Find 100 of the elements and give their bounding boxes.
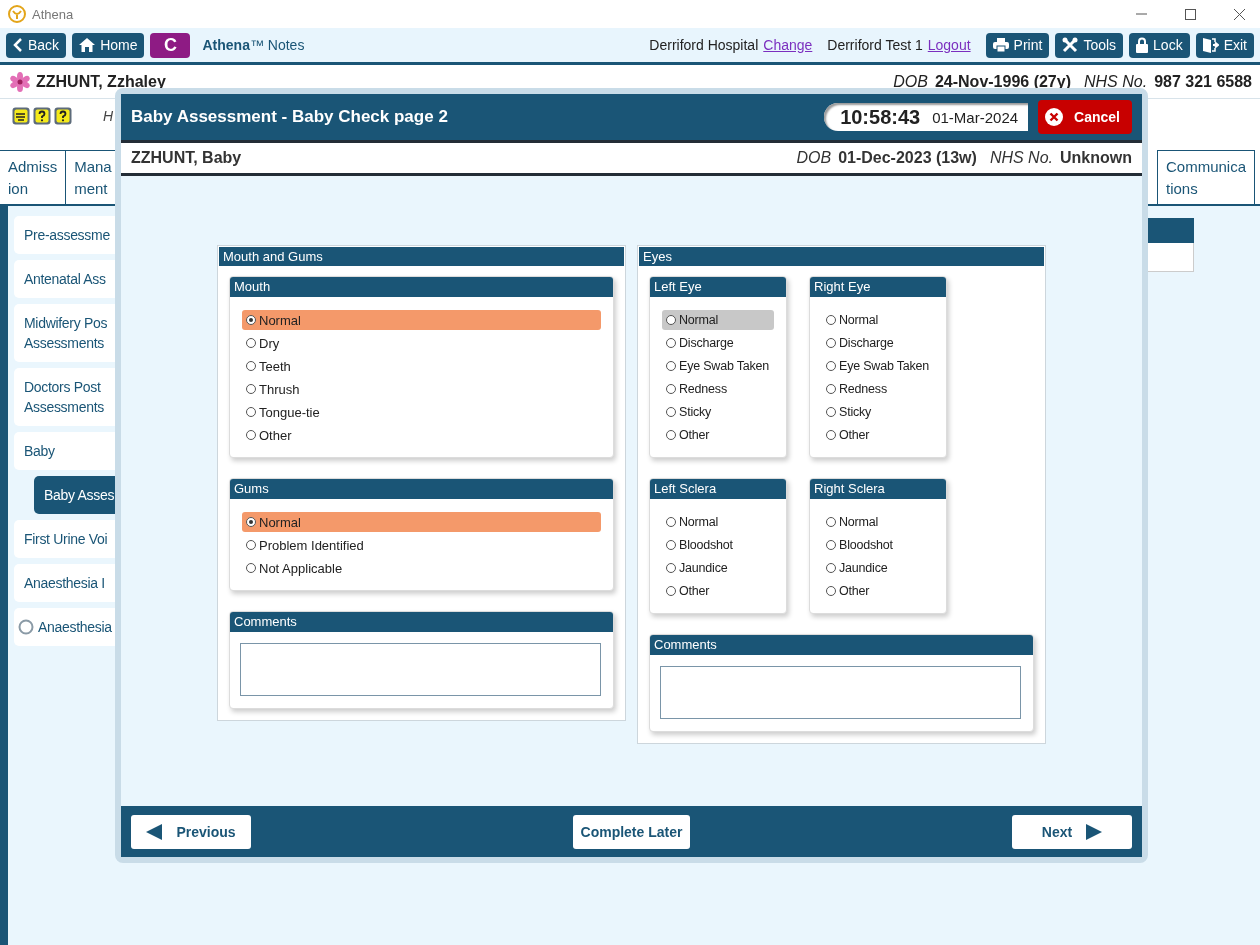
logout-link[interactable]: Logout xyxy=(927,37,971,53)
radio-button[interactable] xyxy=(826,517,836,527)
radio-button[interactable] xyxy=(246,338,256,348)
radio-button[interactable] xyxy=(246,563,256,573)
radio-button[interactable] xyxy=(826,338,836,348)
tab[interactable]: Communica tions xyxy=(1156,150,1255,204)
radio-option[interactable]: Jaundice xyxy=(662,558,774,578)
radio-option[interactable]: Not Applicable xyxy=(242,558,601,578)
window-title: Athena xyxy=(32,6,74,22)
cancel-button[interactable]: Cancel xyxy=(1038,100,1132,134)
radio-button[interactable] xyxy=(666,315,676,325)
tools-icon xyxy=(1062,37,1079,53)
radio-option[interactable]: Normal xyxy=(822,512,934,532)
radio-option[interactable]: Other xyxy=(662,581,774,601)
radio-button[interactable] xyxy=(666,540,676,550)
radio-button[interactable] xyxy=(826,540,836,550)
radio-button[interactable] xyxy=(826,430,836,440)
radio-option[interactable]: Bloodshot xyxy=(822,535,934,555)
section-header: Eyes xyxy=(639,247,1044,266)
radio-option[interactable]: Sticky xyxy=(822,402,934,422)
change-link[interactable]: Change xyxy=(763,37,813,53)
radio-option[interactable]: Bloodshot xyxy=(662,535,774,555)
patient-name: ZZHUNT, Baby xyxy=(131,149,242,167)
radio-option[interactable]: Eye Swab Taken xyxy=(822,356,934,376)
radio-option[interactable]: Sticky xyxy=(662,402,774,422)
radio-button[interactable] xyxy=(826,361,836,371)
radio-button[interactable] xyxy=(246,384,256,394)
radio-option[interactable]: Jaundice xyxy=(822,558,934,578)
radio-option[interactable]: Eye Swab Taken xyxy=(662,356,774,376)
dob-label: DOB xyxy=(796,149,832,167)
triangle-left-icon xyxy=(146,823,163,840)
radio-button[interactable] xyxy=(666,384,676,394)
home-button[interactable]: Home xyxy=(72,32,145,58)
radio-button[interactable] xyxy=(246,407,256,417)
radio-option[interactable]: Teeth xyxy=(242,356,601,376)
radio-button[interactable] xyxy=(666,586,676,596)
nhs-label: NHS No. xyxy=(1084,72,1148,91)
group-header: Right Sclera xyxy=(810,479,946,499)
nhs-value: Unknown xyxy=(1060,149,1132,167)
radio-button[interactable] xyxy=(246,540,256,550)
print-button[interactable]: Print xyxy=(985,32,1050,58)
radio-button[interactable] xyxy=(666,361,676,371)
radio-button[interactable] xyxy=(826,315,836,325)
radio-option[interactable]: Redness xyxy=(662,379,774,399)
radio-option[interactable]: Discharge xyxy=(822,333,934,353)
radio-option[interactable]: Problem Identified xyxy=(242,535,601,555)
close-circle-icon xyxy=(1044,107,1065,127)
radio-option[interactable]: Discharge xyxy=(662,333,774,353)
radio-button[interactable] xyxy=(666,563,676,573)
radio-button[interactable] xyxy=(826,563,836,573)
radio-button[interactable] xyxy=(666,430,676,440)
back-button[interactable]: Back xyxy=(6,32,67,58)
lock-button[interactable]: Lock xyxy=(1129,32,1190,58)
radio-option[interactable]: Other xyxy=(822,425,934,445)
radio-button[interactable] xyxy=(666,407,676,417)
radio-option[interactable]: Normal xyxy=(662,310,774,330)
radio-button[interactable] xyxy=(246,430,256,440)
radio-button[interactable] xyxy=(666,517,676,527)
radio-option[interactable]: Other xyxy=(822,581,934,601)
comments-field[interactable] xyxy=(240,643,601,696)
radio-option[interactable]: Thrush xyxy=(242,379,601,399)
radio-button[interactable] xyxy=(826,384,836,394)
tools-button[interactable]: Tools xyxy=(1055,32,1124,58)
hospital-name: Derriford Hospital xyxy=(649,37,759,53)
complete-later-button[interactable]: Complete Later xyxy=(572,814,691,849)
section-header: Mouth and Gums xyxy=(219,247,624,266)
radio-option[interactable]: Dry xyxy=(242,333,601,353)
radio-option[interactable]: Normal xyxy=(242,310,601,330)
dob-value: 01-Dec-2023 (13w) xyxy=(838,149,977,167)
radio-button[interactable] xyxy=(666,338,676,348)
radio-button[interactable] xyxy=(246,315,256,325)
previous-button[interactable]: Previous xyxy=(131,814,251,849)
group-header: Left Eye xyxy=(650,277,786,297)
comments-field[interactable] xyxy=(660,666,1021,719)
radio-button[interactable] xyxy=(246,517,256,527)
home-icon xyxy=(79,38,96,52)
chevron-left-icon xyxy=(13,38,23,52)
dob-label: DOB xyxy=(893,72,928,91)
radio-button[interactable] xyxy=(246,361,256,371)
next-button[interactable]: Next xyxy=(1012,814,1132,849)
alert-text: H xyxy=(103,108,114,124)
exit-icon xyxy=(1202,37,1219,53)
group-header: Comments xyxy=(230,612,613,632)
radio-button[interactable] xyxy=(826,586,836,596)
exit-button[interactable]: Exit xyxy=(1195,32,1254,58)
radio-option[interactable]: Redness xyxy=(822,379,934,399)
user-name: Derriford Test 1 xyxy=(827,37,923,53)
app-badge[interactable]: C xyxy=(150,32,191,58)
maximize-icon[interactable] xyxy=(1184,7,1197,21)
radio-option[interactable]: Normal xyxy=(822,310,934,330)
radio-option[interactable]: Other xyxy=(242,425,601,445)
radio-option[interactable]: Other xyxy=(662,425,774,445)
app-name: Athena™ Notes xyxy=(202,37,305,53)
radio-option[interactable]: Normal xyxy=(242,512,601,532)
radio-option[interactable]: Tongue-tie xyxy=(242,402,601,422)
radio-button[interactable] xyxy=(826,407,836,417)
group-header: Mouth xyxy=(230,277,613,297)
close-icon[interactable] xyxy=(1233,7,1246,21)
question-alert-icon xyxy=(54,107,72,125)
radio-option[interactable]: Normal xyxy=(662,512,774,532)
